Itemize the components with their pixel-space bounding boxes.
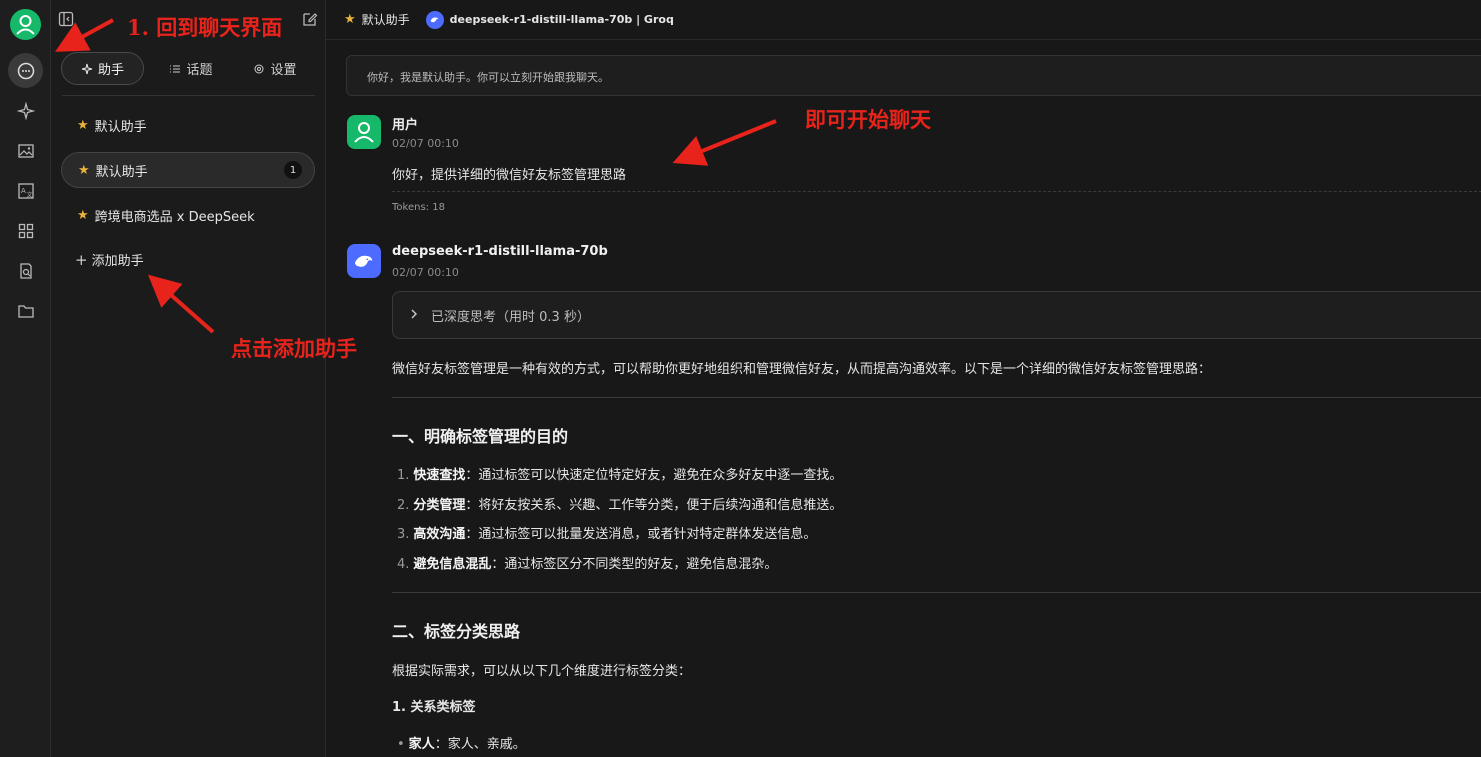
toggle-sidebar-icon[interactable] xyxy=(58,11,74,27)
add-assistant-button[interactable]: + 添加助手 xyxy=(75,250,144,270)
divider xyxy=(392,191,1481,192)
annotation-click-add: 点击添加助手 xyxy=(231,336,357,361)
list-item: 1. 快速查找：通过标签可以快速定位特定好友，避免在众多好友中逐一查找。 xyxy=(397,468,843,483)
apps-grid-icon[interactable] xyxy=(8,213,43,248)
tab-settings[interactable]: 设置 xyxy=(245,52,305,85)
gear-icon xyxy=(254,64,264,73)
topic-count-badge: 1 xyxy=(284,161,302,179)
list-icon xyxy=(170,65,181,72)
new-chat-edit-icon[interactable] xyxy=(302,11,318,27)
sparkle-icon[interactable] xyxy=(8,93,43,128)
deepseek-logo-icon xyxy=(425,10,444,29)
user-avatar-icon xyxy=(347,115,381,149)
svg-text:A: A xyxy=(21,187,26,195)
user-msg-text: 你好，提供详细的微信好友标签管理思路 xyxy=(392,168,627,183)
list-item: 2. 分类管理：将好友按关系、兴趣、工作等分类，便于后续沟通和信息推送。 xyxy=(397,498,843,513)
assistant-item[interactable]: ★ 跨境电商选品 x DeepSeek xyxy=(61,197,315,233)
assistant-item[interactable]: ★ 默认助手 xyxy=(61,107,315,143)
chevron-right-icon xyxy=(409,308,419,323)
user-msg-time: 02/07 00:10 xyxy=(392,137,459,150)
thinking-toggle[interactable]: 已深度思考（用时 0.3 秒） xyxy=(392,291,1481,339)
sub-heading: 1. 关系类标签 xyxy=(392,700,476,715)
star-icon: ★ xyxy=(77,207,89,223)
user-name: 用户 xyxy=(392,118,419,133)
annotation-back-to-chat: 1. 回到聊天界面 xyxy=(127,15,283,40)
bot-name: deepseek-r1-distill-llama-70b xyxy=(392,244,608,259)
user-avatar[interactable] xyxy=(10,9,41,40)
tab-assistants[interactable]: 助手 xyxy=(61,52,144,85)
current-assistant-name[interactable]: 默认助手 xyxy=(362,11,410,28)
icon-rail: A文 xyxy=(0,0,51,757)
image-icon[interactable] xyxy=(8,133,43,168)
divider xyxy=(392,592,1481,593)
svg-text:文: 文 xyxy=(26,191,32,199)
section-heading: 一、明确标签管理的目的 xyxy=(392,427,569,446)
greeting-message: 你好，我是默认助手。你可以立刻开始跟我聊天。 xyxy=(346,55,1481,96)
annotation-start-chat: 即可开始聊天 xyxy=(805,107,931,132)
sparkle-icon xyxy=(81,63,93,74)
chat-icon[interactable] xyxy=(8,53,43,88)
deepseek-avatar-icon xyxy=(347,244,381,278)
bullet-item: • 家人：家人、亲戚。 xyxy=(397,737,526,752)
chat-area: 你好，我是默认助手。你可以立刻开始跟我聊天。 用户 02/07 00:10 你好… xyxy=(326,41,1481,757)
chat-header: ★ 默认助手 deepseek-r1-distill-llama-70b | G… xyxy=(326,0,1481,40)
token-count: Tokens: 18 xyxy=(392,202,445,213)
section-heading: 二、标签分类思路 xyxy=(392,622,521,641)
translate-icon[interactable]: A文 xyxy=(8,173,43,208)
star-icon: ★ xyxy=(77,117,89,133)
star-icon: ★ xyxy=(78,162,90,178)
folder-icon[interactable] xyxy=(8,293,43,328)
list-item: 3. 高效沟通：通过标签可以批量发送消息，或者针对特定群体发送信息。 xyxy=(397,527,817,542)
bot-intro: 微信好友标签管理是一种有效的方式，可以帮助你更好地组织和管理微信好友，从而提高沟… xyxy=(392,362,1212,377)
bot-msg-time: 02/07 00:10 xyxy=(392,266,459,279)
star-icon: ★ xyxy=(344,12,356,27)
model-selector[interactable]: deepseek-r1-distill-llama-70b | Groq xyxy=(450,13,674,26)
assistant-item-active[interactable]: ★ 默认助手 1 xyxy=(61,152,315,188)
file-search-icon[interactable] xyxy=(8,253,43,288)
plus-icon: + xyxy=(75,250,88,269)
divider xyxy=(62,95,315,96)
tab-topics[interactable]: 话题 xyxy=(161,52,221,85)
list-item: 4. 避免信息混乱：通过标签区分不同类型的好友，避免信息混杂。 xyxy=(397,557,778,572)
paragraph: 根据实际需求，可以从以下几个维度进行标签分类： xyxy=(392,664,692,679)
divider xyxy=(392,397,1481,398)
assistant-panel: 助手 话题 设置 ★ 默认助手 ★ 默认助手 1 ★ 跨境电商选品 x Deep… xyxy=(51,0,326,757)
